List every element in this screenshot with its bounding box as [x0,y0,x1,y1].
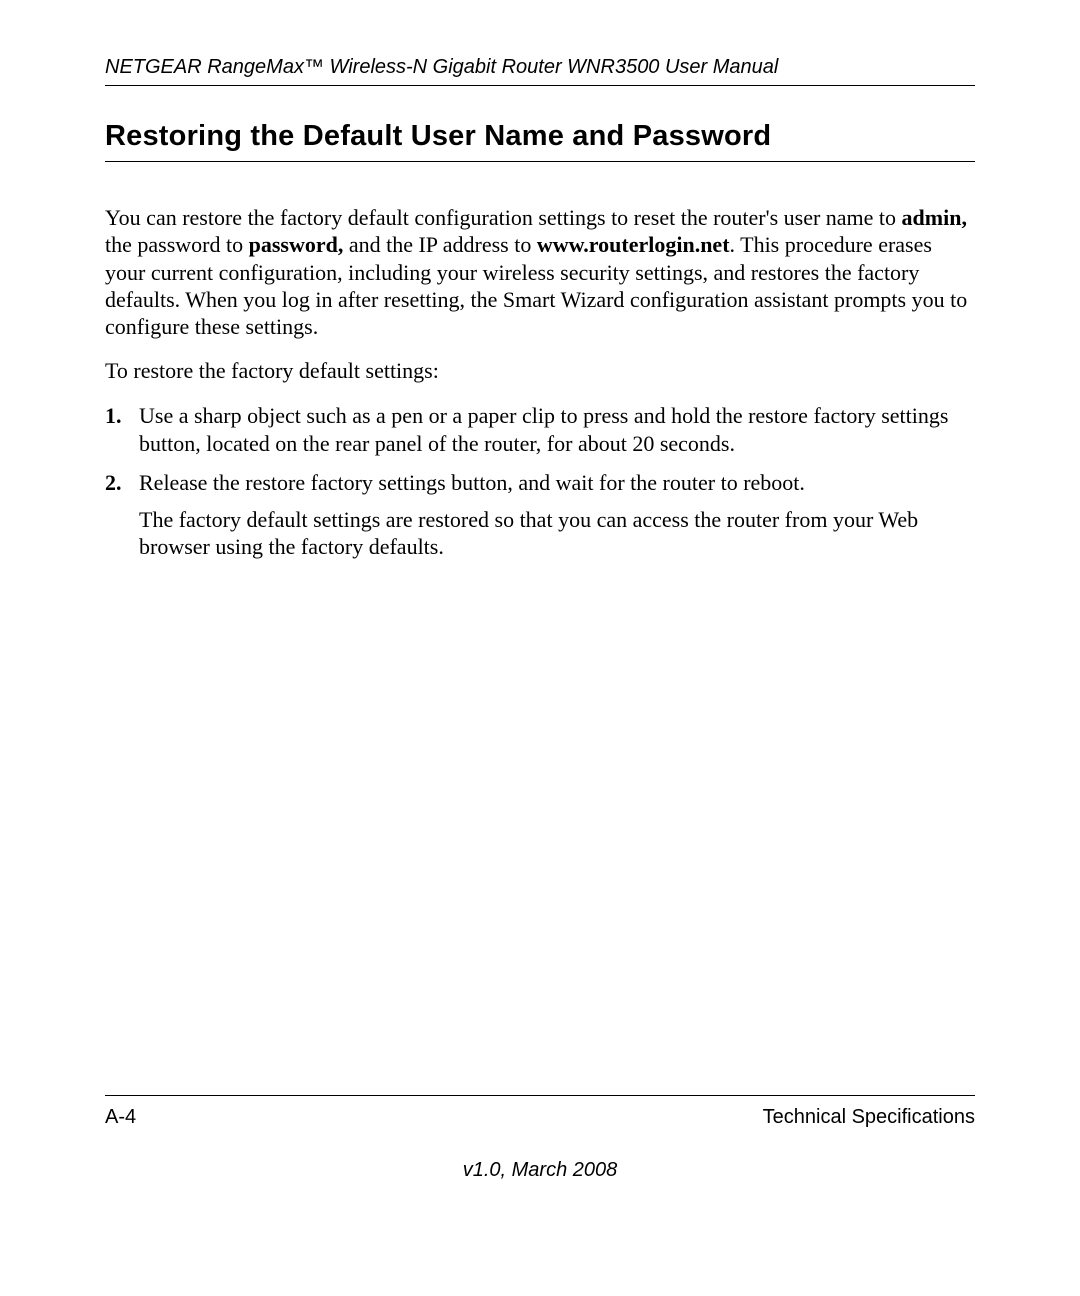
bold-admin: admin, [902,205,967,230]
ordered-list: 1. Use a sharp object such as a pen or a… [105,402,975,560]
list-number: 2. [105,469,139,496]
intro-text-2: the password to [105,232,249,257]
list-item: 2. Release the restore factory settings … [105,469,975,496]
list-text: Release the restore factory settings but… [139,469,975,496]
intro-text-1: You can restore the factory default conf… [105,205,902,230]
bold-password: password, [249,232,344,257]
page-footer: A-4 Technical Specifications v1.0, March… [105,1095,975,1182]
page-content: NETGEAR RangeMax™ Wireless-N Gigabit Rou… [105,56,975,561]
footer-rule [105,1095,975,1096]
running-header: NETGEAR RangeMax™ Wireless-N Gigabit Rou… [105,56,975,86]
followup-paragraph: The factory default settings are restore… [139,506,975,561]
bold-url: www.routerlogin.net [537,232,730,257]
footer-section-name: Technical Specifications [763,1106,975,1129]
lead-in: To restore the factory default settings: [105,358,975,384]
list-number: 1. [105,402,139,457]
page-number: A-4 [105,1106,136,1129]
section-title: Restoring the Default User Name and Pass… [105,120,975,162]
footer-version: v1.0, March 2008 [105,1159,975,1182]
intro-text-3: and the IP address to [343,232,536,257]
intro-paragraph: You can restore the factory default conf… [105,204,975,340]
list-text: Use a sharp object such as a pen or a pa… [139,402,975,457]
list-item: 1. Use a sharp object such as a pen or a… [105,402,975,457]
footer-row: A-4 Technical Specifications [105,1106,975,1129]
